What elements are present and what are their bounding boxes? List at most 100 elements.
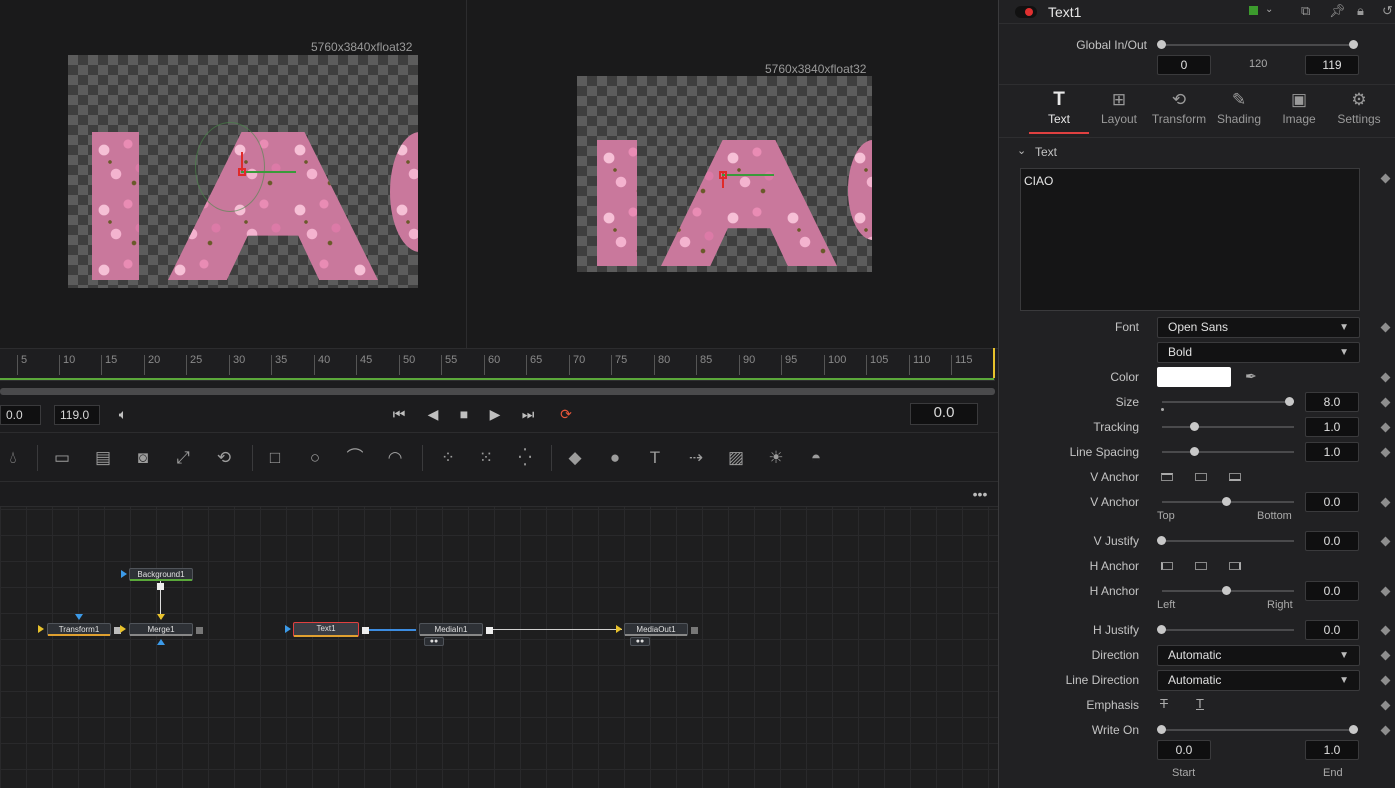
global-out-handle[interactable]	[1349, 40, 1358, 49]
node-color-swatch[interactable]	[1249, 6, 1258, 15]
more-options-icon[interactable]: •••	[968, 487, 992, 503]
h-justify-slider-handle[interactable]	[1157, 625, 1166, 634]
node-merge1[interactable]: Merge1	[129, 623, 193, 636]
mediaout-input-port[interactable]	[616, 625, 622, 633]
camera-3d-icon[interactable]: ▨	[724, 447, 748, 469]
size-slider-handle[interactable]	[1285, 397, 1294, 406]
write-on-start-handle[interactable]	[1157, 725, 1166, 734]
play-reverse-icon[interactable]: ◀	[423, 404, 443, 424]
play-forward-icon[interactable]: ▶	[485, 404, 505, 424]
keyframe-diamond-icon[interactable]	[1380, 173, 1391, 184]
merge-mask-port[interactable]	[157, 639, 165, 645]
h-anchor-field[interactable]: 0.0	[1305, 581, 1359, 601]
left-viewer-image[interactable]	[68, 55, 418, 288]
shape-3d-icon[interactable]: ●	[603, 447, 627, 469]
time-ruler[interactable]: 5 10 15 20 25 30 35 40 45 50 55 60 65 70…	[0, 348, 998, 378]
text-3d-icon[interactable]: T	[643, 447, 667, 469]
go-to-start-icon[interactable]: ⏮︎	[389, 404, 409, 424]
node-text1[interactable]: Text1	[293, 622, 359, 637]
tab-shading[interactable]: ✎ Shading	[1209, 88, 1269, 134]
x-axis-handle[interactable]	[722, 174, 774, 176]
global-end-field[interactable]: 119.0	[54, 405, 100, 425]
keyframe-diamond-icon[interactable]	[1380, 497, 1391, 508]
audio-speaker-icon[interactable]: 🔈︎	[113, 404, 133, 424]
section-collapse-icon[interactable]: ⌄	[1017, 144, 1026, 157]
keyframe-diamond-icon[interactable]	[1380, 650, 1391, 661]
transform-mask-port[interactable]	[75, 614, 83, 620]
v-justify-slider-handle[interactable]	[1157, 536, 1166, 545]
h-anchor-right-icon[interactable]	[1229, 562, 1241, 570]
window-icon[interactable]: ⧉	[1301, 3, 1310, 19]
line-spacing-slider[interactable]	[1162, 451, 1294, 453]
rectangle-mask-icon[interactable]: □	[263, 447, 287, 469]
render-range-fill[interactable]	[0, 378, 994, 380]
reset-icon[interactable]: ↺	[1382, 3, 1393, 19]
mediaout-output-port[interactable]	[691, 627, 698, 634]
transform-widget-circle[interactable]	[195, 122, 265, 212]
background-output-port[interactable]	[157, 583, 164, 590]
viewer-divider[interactable]	[466, 0, 467, 348]
write-on-end-field[interactable]: 1.0	[1305, 740, 1359, 760]
renderer-3d-icon[interactable]: ◓	[804, 447, 828, 469]
x-axis-handle[interactable]	[241, 171, 296, 173]
h-anchor-slider-handle[interactable]	[1222, 586, 1231, 595]
global-inout-slider[interactable]	[1162, 44, 1354, 46]
h-anchor-left-icon[interactable]	[1161, 562, 1173, 570]
bspline-mask-icon[interactable]: ◠	[383, 447, 407, 469]
tracking-field[interactable]: 1.0	[1305, 417, 1359, 437]
v-anchor-bottom-icon[interactable]	[1229, 473, 1241, 481]
section-title[interactable]: Text	[1035, 145, 1057, 159]
right-viewer-image[interactable]	[577, 76, 872, 272]
color-swatch[interactable]	[1157, 367, 1231, 387]
eyedropper-icon[interactable]: ✒	[1245, 368, 1257, 385]
transform-icon[interactable]: ⟲	[212, 447, 236, 469]
merge-output-port[interactable]	[196, 627, 203, 634]
keyframe-diamond-icon[interactable]	[1380, 725, 1391, 736]
tab-settings[interactable]: ⚙ Settings	[1329, 88, 1389, 134]
merge-background-port[interactable]	[120, 625, 126, 633]
keyframe-diamond-icon[interactable]	[1380, 675, 1391, 686]
h-anchor-center-icon[interactable]	[1195, 562, 1207, 570]
loop-icon[interactable]: ⟳	[556, 404, 576, 424]
paint-icon[interactable]: ▭	[50, 447, 74, 469]
line-spacing-slider-handle[interactable]	[1190, 447, 1199, 456]
node-mediain1[interactable]: MediaIn1	[419, 623, 483, 636]
write-on-end-handle[interactable]	[1349, 725, 1358, 734]
tracking-slider-handle[interactable]	[1190, 422, 1199, 431]
write-on-start-field[interactable]: 0.0	[1157, 740, 1211, 760]
keyframe-diamond-icon[interactable]	[1380, 372, 1391, 383]
tab-image[interactable]: ▣ Image	[1269, 88, 1329, 134]
resize-icon[interactable]: ⤢	[171, 447, 195, 469]
v-anchor-center-icon[interactable]	[1195, 473, 1207, 481]
node-background1[interactable]: Background1	[129, 568, 193, 581]
size-slider[interactable]	[1162, 401, 1294, 403]
keyframe-diamond-icon[interactable]	[1380, 536, 1391, 547]
mediain-audio-icon[interactable]: ●●	[424, 637, 444, 646]
strikeout-icon[interactable]: T	[1160, 696, 1168, 711]
node-enable-toggle[interactable]	[1015, 6, 1037, 18]
center-handle[interactable]	[719, 171, 727, 179]
tab-text[interactable]: T Text	[1029, 88, 1089, 134]
direction-dropdown[interactable]: Automatic ▼	[1157, 645, 1360, 666]
h-justify-slider[interactable]	[1162, 629, 1294, 631]
lock-icon[interactable]: 🔒︎	[1357, 3, 1364, 19]
write-on-slider[interactable]	[1162, 729, 1354, 731]
stop-icon[interactable]: ■	[454, 404, 474, 424]
underline-icon[interactable]: T	[1196, 696, 1204, 711]
polygon-mask-icon[interactable]: ⌒	[343, 447, 367, 469]
global-start-field[interactable]: 0.0	[0, 405, 41, 425]
text-input-port[interactable]	[285, 625, 291, 633]
go-to-end-icon[interactable]: ⏭︎	[518, 404, 538, 424]
global-out-field[interactable]: 119	[1305, 55, 1359, 75]
v-anchor-field[interactable]: 0.0	[1305, 492, 1359, 512]
keyframe-diamond-icon[interactable]	[1380, 397, 1391, 408]
chevron-down-icon[interactable]: ⌄	[1265, 4, 1273, 15]
global-in-field[interactable]: 0	[1157, 55, 1211, 75]
v-justify-field[interactable]: 0.0	[1305, 531, 1359, 551]
keyframe-diamond-icon[interactable]	[1380, 700, 1391, 711]
merge-icon[interactable]: ▤	[91, 447, 115, 469]
droplet-icon[interactable]: 💧︎	[1, 447, 25, 469]
font-style-dropdown[interactable]: Bold ▼	[1157, 342, 1360, 363]
line-direction-dropdown[interactable]: Automatic ▼	[1157, 670, 1360, 691]
keyframe-diamond-icon[interactable]	[1380, 322, 1391, 333]
